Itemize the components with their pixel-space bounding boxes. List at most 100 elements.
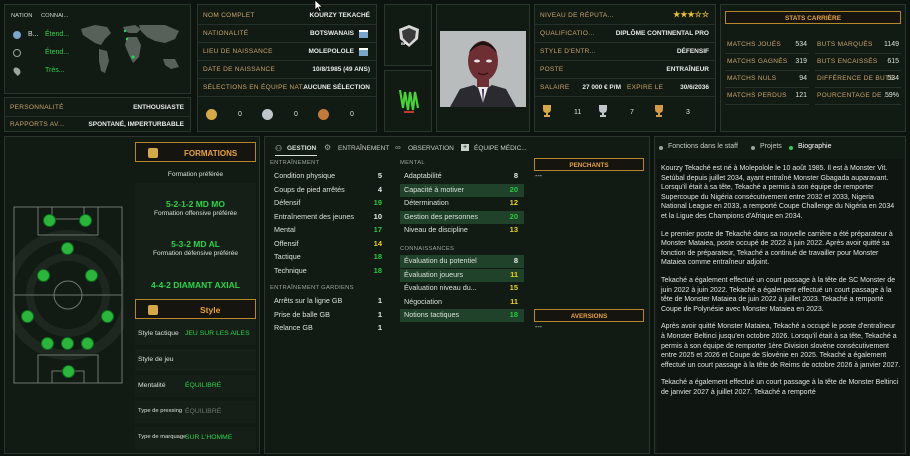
attribute-row[interactable]: Gestion des personnes 20 [400,210,524,224]
tab-scouting[interactable]: ∞ OBSERVATION [395,143,455,155]
career-stat-row: MATCHS PERDUS 121 [725,90,809,105]
attribute-row[interactable]: Capacité à motiver 20 [400,183,524,197]
marking-value: SUR L'HOMME [185,434,233,441]
player-marker[interactable] [81,337,94,350]
nation-row-2[interactable]: Étend... [11,47,71,61]
identity-row: NATIONALITÉ BOTSWANAIS [198,25,376,43]
attribute-row[interactable]: Condition physique 5 [270,170,388,183]
style-icon [148,305,158,315]
bio-paragraph: Tekaché a également effectué un court pa… [661,276,896,313]
attribute-row[interactable]: Négociation 11 [400,296,524,309]
defensive-formation-label: Formation défensive préférée [153,250,238,257]
attribute-row[interactable]: Adaptabilité 8 [400,170,524,183]
offensive-formation[interactable]: 5-2-1-2 MD MO [135,199,256,209]
attribute-name: Défensif [274,198,301,207]
attribute-value: 1 [377,309,382,319]
silver-medal-icon [262,109,273,120]
player-marker[interactable] [101,310,114,323]
bronze-trophy-icon [655,105,663,117]
player-marker[interactable] [41,337,54,350]
attribute-row[interactable]: Tactique 18 [270,251,388,264]
career-stat-row: MATCHS GAGNÉS 319 [725,56,809,71]
third-formation[interactable]: 4-4-2 DIAMANT AXIAL [135,280,256,290]
attribute-row[interactable]: Évaluation niveau du... 15 [400,282,524,295]
knowledge-column-header: CONNAI... [41,13,69,19]
attribute-name: Évaluation joueurs [404,269,464,279]
tab-medical[interactable]: + ÉQUIPE MÉDIC... [461,143,533,155]
attribute-row[interactable]: Niveau de discipline 13 [400,224,524,237]
attribute-row[interactable]: Détermination 12 [400,197,524,210]
career-stat-label: MATCHS GAGNÉS [727,58,788,65]
attribute-row[interactable]: Relance GB 1 [270,322,388,335]
career-stat-value: 94 [799,75,807,82]
marking-label: Type de marquage [138,434,187,440]
training-section-title: ENTRAÎNEMENT [270,160,320,166]
bullet-icon [789,146,793,150]
aversions-title: AVERSIONS [570,313,608,320]
player-marker[interactable] [61,337,74,350]
attribute-value: 15 [509,283,518,292]
attribute-row[interactable]: Notions tactiques 18 [400,309,524,322]
attribute-row[interactable]: Défensif 19 [270,197,388,210]
salary-row: SALAIRE 27 000 € P/M EXPIRE LE 30/6/2036 [535,79,715,97]
career-stat-value: 319 [795,58,807,65]
style-header[interactable]: Style [135,299,256,319]
attribute-row[interactable]: Évaluation joueurs 11 [400,268,524,282]
reputation-row: NIVEAU DE RÉPUTA... ★★★☆☆ [535,7,715,25]
attribute-row[interactable]: Entraînement des jeunes 10 [270,211,388,224]
attribute-row[interactable]: Technique 18 [270,265,388,278]
gold-medal-icon [206,109,217,120]
player-marker[interactable] [37,269,50,282]
attribute-row[interactable]: Coups de pied arrêtés 4 [270,184,388,197]
attribute-value: 18 [373,252,382,261]
attribute-value: 18 [373,265,382,275]
gold-medal-count: 0 [238,111,242,118]
nation-row-1[interactable]: B... Étend... [11,29,71,43]
career-stat-row: MATCHS JOUÉS 534 [725,39,809,54]
attribute-row[interactable]: Offensif 14 [270,238,388,251]
attribute-name: Gestion des personnes [404,211,478,221]
attribute-row[interactable]: Évaluation du potentiel 8 [400,255,524,268]
attribute-value: 12 [509,198,518,207]
mouse-cursor-icon [314,0,324,12]
pressing-label: Type de pressing [138,408,183,414]
preferences-value: --- [535,173,542,180]
nation-row-3[interactable]: Très... [11,65,71,79]
gk-training-section-title: ENTRAÎNEMENT GARDIENS [270,285,354,291]
player-marker[interactable] [21,310,34,323]
player-marker[interactable] [61,242,74,255]
nationality-label: NATIONALITÉ [203,30,249,37]
tab-training[interactable]: ⚙ ENTRAÎNEMENT [324,143,392,155]
position-label: POSTE [540,66,564,73]
attribute-value: 5 [377,171,382,180]
birthdate-value: 10/8/1985 (49 ANS) [312,66,370,73]
attribute-name: Adaptabilité [404,171,442,180]
attribute-value: 11 [510,269,518,279]
attribute-row[interactable]: Arrêts sur la ligne GB 1 [270,295,388,308]
tab-management[interactable]: ⚇ GESTION [275,143,317,156]
player-marker[interactable] [79,214,92,227]
style-title: Style [200,305,221,315]
bronze-trophy-count: 3 [686,109,690,116]
bullet-icon [751,146,755,150]
personality-value: ENTHOUSIASTE [133,104,184,111]
player-marker[interactable] [43,214,56,227]
knowledge-section-title: CONNAISSANCES [400,246,455,252]
formations-header[interactable]: FORMATIONS [135,142,256,162]
biography-text: Kourzy Tekaché est né à Molepolole le 10… [661,164,901,405]
tactical-style-row: Style tactique JEU SUR LES AILES [135,323,256,345]
formations-title: FORMATIONS [184,149,238,158]
player-marker[interactable] [62,365,75,378]
defensive-formation[interactable]: 5-3-2 MD AL [135,239,256,249]
marking-row: Type de marquage SUR L'HOMME [135,427,256,449]
attribute-row[interactable]: Prise de balle GB 1 [270,309,388,322]
attribute-value: 4 [377,184,382,194]
reputation-stars: ★★★☆☆ [673,10,709,19]
club-badge-panel[interactable]: BFA [384,4,432,66]
qualification-row: QUALIFICATIO... DIPLÔME CONTINENTAL PRO [535,25,715,43]
network-icon [13,49,21,57]
training-icon: ⚙ [324,143,332,152]
career-stat-value: 1149 [883,41,899,48]
player-marker[interactable] [85,269,98,282]
attribute-row[interactable]: Mental 17 [270,224,388,237]
